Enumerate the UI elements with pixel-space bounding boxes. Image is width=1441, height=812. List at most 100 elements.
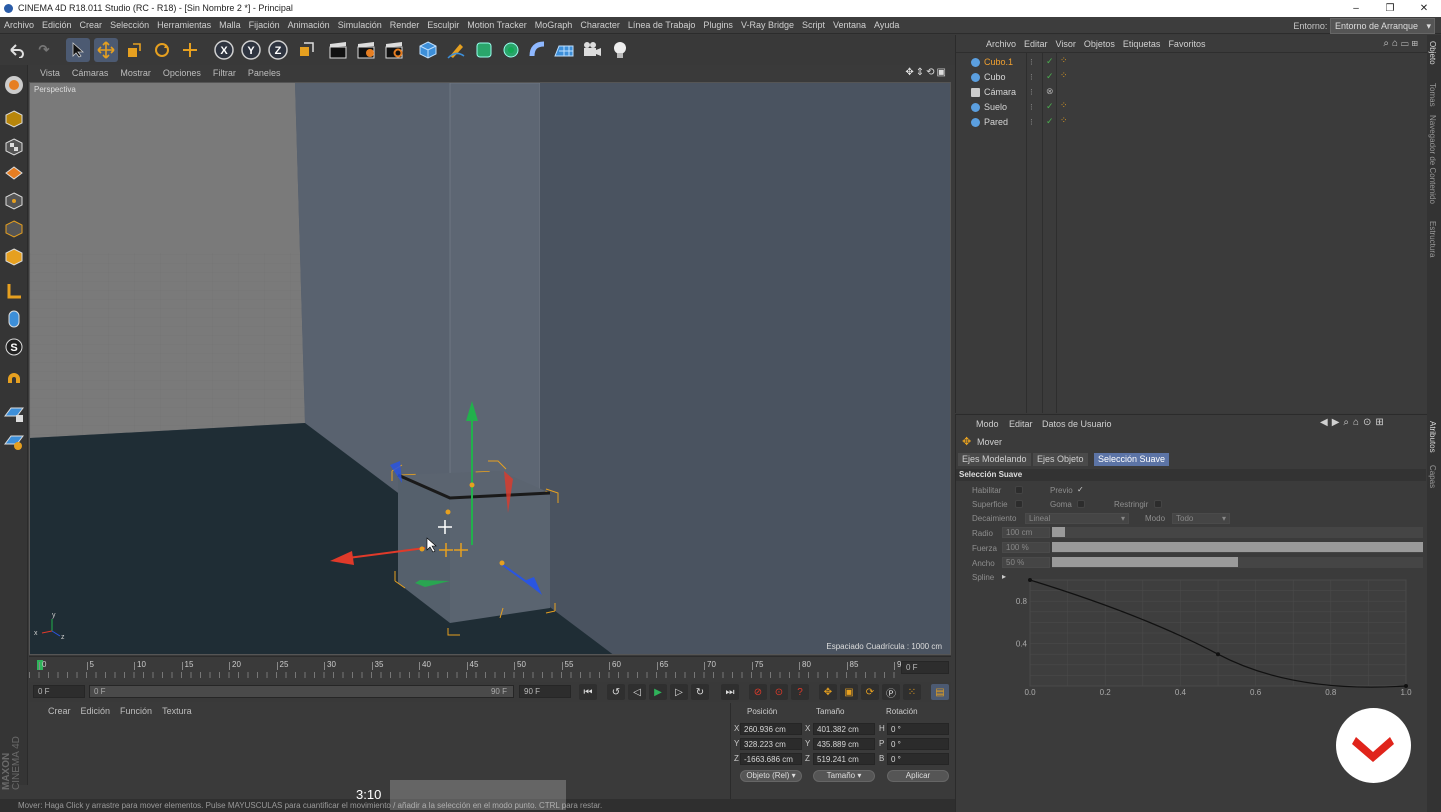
side-tab-navegador[interactable]: Navegador de Contenido <box>1428 115 1437 204</box>
autokey-button[interactable]: ⊙ <box>770 684 788 700</box>
enabled-check-icon[interactable]: ✓ <box>1046 56 1054 67</box>
material-menu-textura[interactable]: Textura <box>157 703 197 720</box>
tweak-mode-button[interactable] <box>2 307 25 330</box>
om-menu-etiquetas[interactable]: Etiquetas <box>1119 35 1165 53</box>
object-row[interactable]: Cámara ⁝ ⊗ <box>956 85 1428 100</box>
object-row[interactable]: Suelo ⁝ ✓ ⁘ <box>956 100 1428 115</box>
edges-mode-button[interactable] <box>2 217 25 240</box>
camera-tag-icon[interactable]: ⊗ <box>1046 86 1054 97</box>
x-axis-lock-button[interactable]: X <box>212 38 236 62</box>
side-tab-capas[interactable]: Capas <box>1428 465 1437 488</box>
handle-point[interactable] <box>499 560 505 566</box>
key-parameter-button[interactable]: Ⓟ <box>882 684 900 700</box>
array-object-button[interactable] <box>499 38 523 62</box>
cube-object-button[interactable] <box>416 38 440 62</box>
previo-checkbox[interactable]: ✓ <box>1077 485 1084 494</box>
menu-plugins[interactable]: Plugins <box>699 17 737 34</box>
om-menu-visor[interactable]: Visor <box>1052 35 1080 53</box>
current-frame-field[interactable]: 0 F <box>901 661 949 674</box>
decaimiento-dropdown[interactable]: Lineal ▾ <box>1025 513 1129 524</box>
coordinate-mode-dropdown[interactable]: Objeto (Rel) ▾ <box>740 770 802 782</box>
object-manager-search-icons[interactable]: ⌕⌂▭⊞ <box>1383 38 1421 49</box>
texture-mode-button[interactable] <box>2 135 25 158</box>
position-z-field[interactable]: -1663.686 cm <box>740 753 802 765</box>
menu-simulacion[interactable]: Simulación <box>334 17 386 34</box>
go-to-end-button[interactable]: ⏭ <box>721 684 739 700</box>
rotate-tool[interactable] <box>150 38 174 62</box>
subdivision-surface-button[interactable] <box>472 38 496 62</box>
viewport-nav-icons[interactable]: ✥⇕⟲▣ <box>905 67 948 78</box>
light-object-button[interactable] <box>608 38 632 62</box>
visibility-dots-icon[interactable]: ⁝ <box>1030 72 1033 83</box>
om-menu-archivo[interactable]: Archivo <box>982 35 1020 53</box>
deformer-button[interactable] <box>526 38 550 62</box>
live-selection-tool[interactable] <box>66 38 90 62</box>
next-key-button[interactable]: ↻ <box>691 684 709 700</box>
enabled-check-icon[interactable]: ✓ <box>1046 116 1054 127</box>
start-frame-field[interactable]: 0 F <box>33 685 85 698</box>
object-row[interactable]: Cubo.1 ⁝ ✓ ⁘ <box>956 55 1428 70</box>
key-pla-button[interactable]: ⁙ <box>903 684 921 700</box>
menu-archivo[interactable]: Archivo <box>0 17 38 34</box>
restringir-checkbox[interactable] <box>1154 500 1162 508</box>
menu-malla[interactable]: Malla <box>215 17 245 34</box>
attr-nav-icons[interactable]: ◀▶⌕⌂⊙⊞ <box>1320 417 1388 428</box>
visibility-dots-icon[interactable]: ⁝ <box>1030 117 1033 128</box>
frame-range-slider[interactable]: 0 F 90 F <box>89 685 514 698</box>
pen-spline-button[interactable] <box>444 38 468 62</box>
rotation-b-field[interactable]: 0 ° <box>887 753 949 765</box>
make-editable-button[interactable] <box>2 73 25 96</box>
rotation-p-field[interactable]: 0 ° <box>887 738 949 750</box>
key-scale-button[interactable]: ▣ <box>840 684 858 700</box>
snapping-button[interactable]: S <box>2 335 25 358</box>
superficie-checkbox[interactable] <box>1015 500 1023 508</box>
side-tab-atributos[interactable]: Atributos <box>1428 421 1437 453</box>
attr-menu-datos-de-usuario[interactable]: Datos de Usuario <box>1042 419 1112 429</box>
enable-snap-button[interactable] <box>2 369 25 392</box>
menu-ventana[interactable]: Ventana <box>829 17 870 34</box>
menu-esculpir[interactable]: Esculpir <box>423 17 463 34</box>
attr-menu-modo[interactable]: Modo <box>976 419 999 429</box>
render-settings-button[interactable] <box>382 38 406 62</box>
size-x-field[interactable]: 401.382 cm <box>813 723 875 735</box>
workplane-lock-button[interactable] <box>2 401 25 424</box>
coordinate-system-button[interactable] <box>294 38 318 62</box>
goma-checkbox[interactable] <box>1077 500 1085 508</box>
menu-mograph[interactable]: MoGraph <box>531 17 577 34</box>
tab-seleccion-suave[interactable]: Selección Suave <box>1094 453 1170 466</box>
environment-dropdown[interactable]: Entorno de Arranque ▾ <box>1329 18 1435 34</box>
radio-field[interactable]: 100 cm <box>1002 527 1050 538</box>
visibility-dots-icon[interactable]: ⁝ <box>1030 102 1033 113</box>
viewport-menu-mostrar[interactable]: Mostrar <box>114 65 157 82</box>
enabled-check-icon[interactable]: ✓ <box>1046 101 1054 112</box>
polygons-mode-button[interactable] <box>2 245 25 268</box>
radio-slider-track[interactable] <box>1052 527 1423 538</box>
spline-control-point[interactable] <box>1028 578 1032 582</box>
points-mode-button[interactable] <box>2 189 25 212</box>
viewport-menu-camaras[interactable]: Cámaras <box>66 65 115 82</box>
perspective-viewport[interactable]: y x z Perspectiva Espaciado Cuadrícula :… <box>29 82 951 655</box>
floor-object-button[interactable] <box>552 38 576 62</box>
material-menu-crear[interactable]: Crear <box>43 703 76 720</box>
redo-button[interactable]: ↷ <box>32 38 56 62</box>
size-z-field[interactable]: 519.241 cm <box>813 753 875 765</box>
video-progress-highlight[interactable] <box>390 780 566 810</box>
side-tab-objeto[interactable]: Objeto <box>1428 41 1437 65</box>
fuerza-slider-track[interactable] <box>1052 542 1423 553</box>
object-row[interactable]: Pared ⁝ ✓ ⁘ <box>956 115 1428 130</box>
undo-button[interactable] <box>4 38 28 62</box>
ancho-field[interactable]: 50 % <box>1002 557 1050 568</box>
viewport-menu-paneles[interactable]: Paneles <box>242 65 287 82</box>
model-mode-button[interactable] <box>2 107 25 130</box>
object-row[interactable]: Cubo ⁝ ✓ ⁘ <box>956 70 1428 85</box>
menu-character[interactable]: Character <box>576 17 624 34</box>
enabled-check-icon[interactable]: ✓ <box>1046 71 1054 82</box>
viewport-menu-filtrar[interactable]: Filtrar <box>207 65 242 82</box>
position-y-field[interactable]: 328.223 cm <box>740 738 802 750</box>
menu-seleccion[interactable]: Selección <box>106 17 153 34</box>
menu-herramientas[interactable]: Herramientas <box>153 17 215 34</box>
record-keys-button[interactable]: ⊘ <box>749 684 767 700</box>
side-tab-estructura[interactable]: Estructura <box>1428 221 1437 257</box>
render-view-button[interactable] <box>326 38 350 62</box>
size-y-field[interactable]: 435.889 cm <box>813 738 875 750</box>
